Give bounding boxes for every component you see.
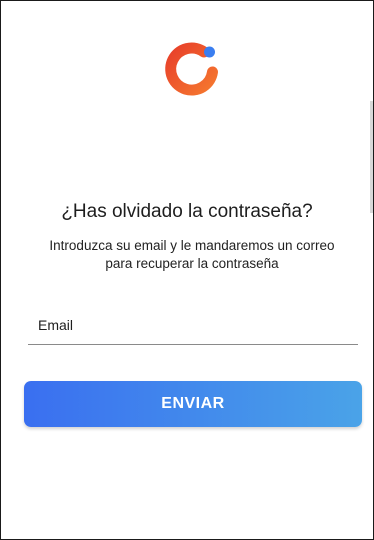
instructions-text: Introduzca su email y le mandaremos un c… [49,238,335,271]
page-title: ¿Has olvidado la contraseña? [61,201,313,222]
email-field[interactable] [28,311,358,345]
logo-dot [204,46,215,58]
forgot-password-screen: ¿Has olvidado la contraseña? Introduzca … [0,0,374,540]
scrollbar-thumb[interactable] [370,101,373,213]
submit-button[interactable]: ENVIAR [24,381,362,427]
brand-logo-icon [165,42,218,96]
